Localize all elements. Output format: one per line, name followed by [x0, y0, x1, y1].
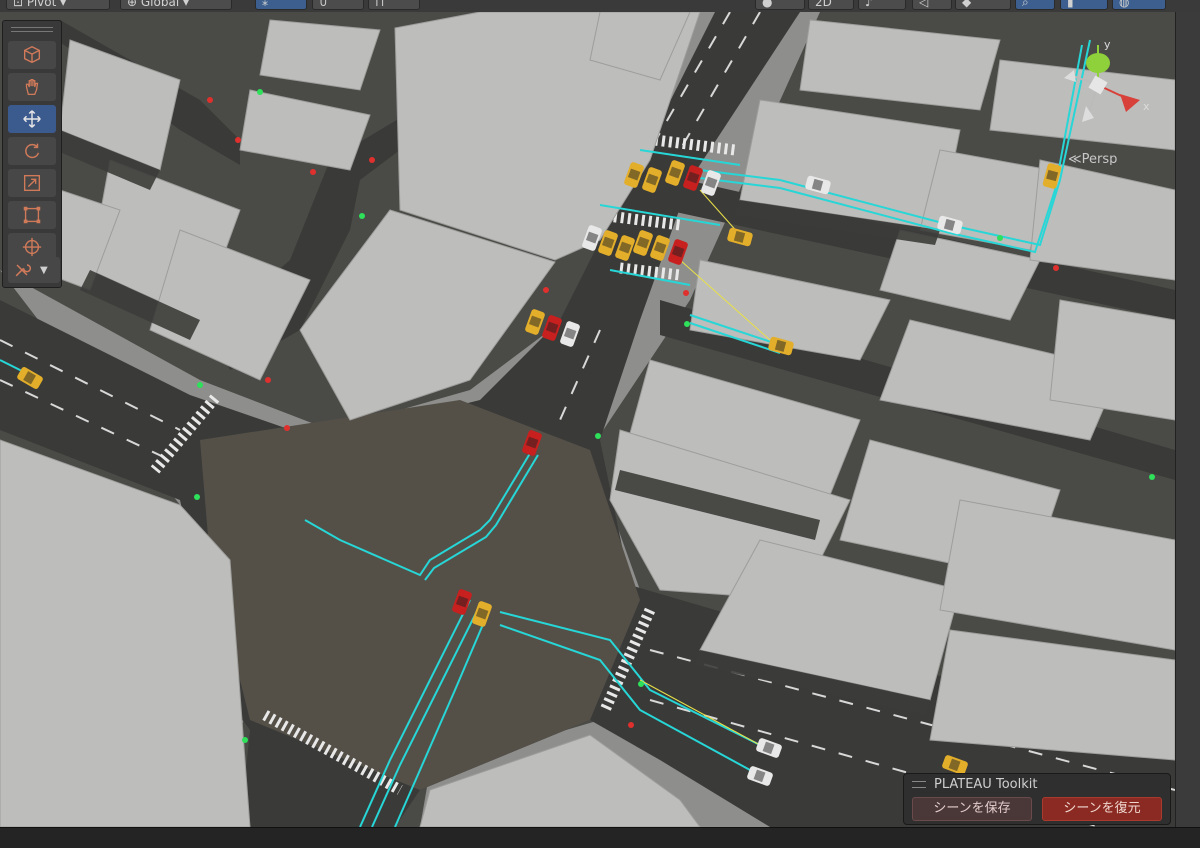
pivot-dropdown[interactable]: ⊡ Pivot ▾	[6, 0, 110, 10]
y-cone-icon[interactable]	[1086, 53, 1110, 73]
light-icon: ♪	[865, 0, 873, 9]
drag-handle[interactable]	[11, 27, 53, 32]
hand-icon	[25, 79, 39, 95]
audio-toggle[interactable]: ◁	[912, 0, 952, 10]
camera-dropdown[interactable]: ▮	[1060, 0, 1108, 10]
y-axis-label: y	[1104, 38, 1111, 51]
search-button[interactable]: ⌕	[1015, 0, 1055, 10]
scale-tool-button[interactable]	[8, 169, 56, 197]
sphere-icon: ●	[762, 0, 773, 9]
gizmos-dropdown[interactable]: ◍	[1112, 0, 1166, 10]
transform-icon	[22, 237, 42, 257]
custom-tool-button[interactable]: ▼	[8, 257, 60, 283]
x-axis-label: x	[1143, 100, 1150, 113]
persp-indicator[interactable]: ≪Persp	[1068, 152, 1117, 165]
snap-increment-button[interactable]: ∪	[312, 0, 364, 10]
effects-icon: ◆	[962, 0, 972, 9]
plateau-toolkit-panel: PLATEAU Toolkit シーンを保存 シーンを復元	[903, 773, 1171, 825]
panel-header: PLATEAU Toolkit	[912, 777, 1037, 792]
persp-chevron-icon: ≪	[1068, 152, 1082, 165]
rotate-icon	[25, 143, 40, 159]
view-2d-toggle[interactable]: 2D	[808, 0, 854, 10]
audio-icon: ◁	[919, 0, 929, 9]
wrench-icon	[15, 264, 32, 277]
z-cone-icon[interactable]	[1082, 106, 1094, 122]
draw-mode-dropdown[interactable]: ●	[755, 0, 805, 10]
rect-transform-icon	[23, 206, 41, 224]
side-panel-edge	[1175, 12, 1200, 827]
camera-icon: ▮	[1067, 0, 1074, 9]
neg-x-cone-icon[interactable]	[1064, 70, 1076, 82]
status-bar	[0, 827, 1200, 848]
hand-tool-button[interactable]	[8, 73, 56, 101]
rect-tool-button[interactable]	[8, 201, 56, 229]
search-icon: ⌕	[1022, 0, 1029, 9]
drag-handle-icon[interactable]	[912, 781, 926, 788]
move-arrows-icon	[23, 110, 41, 128]
tool-palette: ▼	[2, 20, 62, 288]
scene-viewport[interactable]	[0, 12, 1175, 827]
scale-icon	[23, 174, 41, 192]
orientation-gizmo[interactable]: y x ≪Persp	[1060, 30, 1165, 165]
panel-title: PLATEAU Toolkit	[934, 777, 1038, 792]
center-cube-icon[interactable]	[1088, 75, 1108, 95]
grid-snap-button[interactable]: ⁑	[255, 0, 307, 10]
globe-icon: ◍	[1119, 0, 1130, 9]
save-scene-button[interactable]: シーンを保存	[912, 797, 1032, 821]
lighting-toggle[interactable]: ♪	[858, 0, 906, 10]
move-tool-button[interactable]	[8, 105, 56, 133]
grid-snap-icon: ⁑	[262, 0, 268, 9]
rotate-tool-button[interactable]	[8, 137, 56, 165]
global-dropdown[interactable]: ⊕ Global ▾	[120, 0, 232, 10]
effects-dropdown[interactable]: ◆	[955, 0, 1011, 10]
x-cone-icon[interactable]	[1120, 94, 1140, 112]
snap-settings-button[interactable]: ⊓	[368, 0, 420, 10]
cube-icon	[23, 45, 41, 64]
pivot-icon: ⊡	[13, 0, 27, 9]
magnet-icon: ∪	[319, 0, 328, 9]
chevron-down-icon[interactable]: ▼	[40, 265, 48, 276]
restore-scene-button[interactable]: シーンを復元	[1042, 797, 1162, 821]
global-icon: ⊕	[127, 0, 141, 9]
view-tool-button[interactable]	[8, 41, 56, 69]
ruler-icon: ⊓	[375, 0, 385, 9]
